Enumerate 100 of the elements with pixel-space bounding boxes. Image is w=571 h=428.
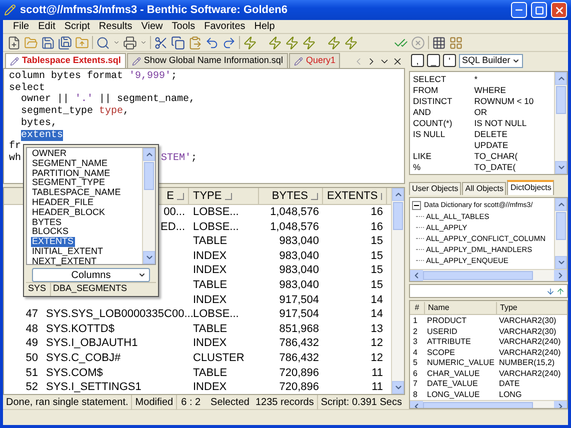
table-cell: 15: [370, 250, 383, 262]
table-cell: VARCHAR2(240): [499, 368, 561, 378]
code-text: ;: [171, 71, 178, 83]
table-cell: TABLE: [193, 322, 228, 335]
table-cell: 851,968: [279, 322, 319, 335]
table-cell: 7: [413, 379, 418, 388]
table-cell: VARCHAR2(30): [499, 326, 556, 336]
code-text: segment_type: [20, 106, 94, 118]
table-cell: 786,432: [279, 352, 319, 364]
table-cell: 1: [413, 316, 418, 325]
table-cell: 720,896: [279, 366, 319, 379]
code-text: wh: [9, 152, 22, 165]
table-cell: LONG_VALUE: [427, 390, 480, 398]
code-text: select: [9, 82, 46, 94]
object-label: DBA_SEGMENTS: [50, 282, 130, 296]
table-cell: TABLE: [193, 366, 228, 379]
code-text: column bytes format: [9, 71, 124, 82]
table-cell: TABLE: [193, 235, 228, 248]
table-cell-text: SYS.I_SETTINGS1: [46, 380, 142, 394]
table-cell: PRODUCT: [427, 316, 467, 325]
table-cell: 15: [370, 264, 383, 276]
row-number: 49: [26, 337, 38, 350]
table-cell-text: SYS.KOTTD$: [46, 322, 114, 337]
table-cell: 16: [370, 206, 383, 218]
table-cell-text: 00...: [164, 205, 185, 220]
row-number: 50: [26, 352, 38, 364]
table-cell: DATE: [499, 379, 520, 388]
table-cell: 983,040: [279, 235, 319, 248]
code-text: '.': [75, 94, 94, 106]
status-message: Done, ran single statement.: [5, 396, 130, 410]
row-number: 52: [26, 381, 38, 394]
table-cell: 15: [370, 235, 383, 248]
status-label: Selected: [210, 396, 250, 410]
table-cell: 1,048,576: [270, 206, 319, 218]
window-title: scott@//mfms3/mfms3 - Benthic Software: Golden6: [20, 2, 288, 18]
table-cell: ATTRIBUTE: [427, 337, 471, 346]
table-cell: CLUSTER: [193, 352, 244, 364]
code-text: ,: [123, 106, 130, 118]
table-cell: USERID: [427, 326, 458, 336]
table-cell: 917,504: [279, 308, 319, 320]
table-cell: SCOPE: [427, 348, 456, 356]
table-cell: 2: [413, 326, 418, 336]
table-cell: 4: [413, 348, 418, 356]
table-cell: TABLE: [193, 279, 228, 292]
table-cell: 14: [370, 294, 383, 306]
table-cell: INDEX: [193, 250, 227, 262]
code-text: owner ||: [20, 94, 70, 106]
owner-label: SYS: [27, 282, 48, 296]
table-cell-text: SYS.I_OBJAUTH1: [46, 336, 138, 352]
table-cell: INDEX: [193, 337, 227, 350]
table-cell: LONG: [499, 390, 522, 398]
table-cell: 11: [372, 366, 383, 379]
table-cell: 786,432: [279, 337, 319, 350]
table-cell: 983,040: [279, 250, 319, 262]
table-cell: VARCHAR2(240): [499, 337, 561, 346]
cursor-position: 6 : 2: [176, 394, 208, 410]
table-cell: 720,896: [279, 381, 319, 394]
table-cell: LOBSE...: [193, 308, 239, 320]
status-label: Modified: [131, 394, 176, 410]
table-cell: 14: [370, 308, 383, 320]
code-text: STEM': [161, 152, 192, 165]
table-cell: NUMBER(15,2): [499, 358, 555, 367]
table-cell-text: ED...: [160, 220, 185, 235]
table-cell: 11: [372, 381, 383, 394]
table-cell: 13: [370, 322, 383, 335]
code-text: type: [99, 106, 124, 118]
table-cell: 12: [370, 337, 383, 350]
table-cell: LOBSE...: [193, 220, 239, 233]
table-cell: 12: [370, 352, 383, 364]
row-number: 51: [26, 366, 38, 379]
code-text: bytes,: [20, 118, 58, 130]
table-cell: INDEX: [193, 264, 227, 276]
table-cell: 983,040: [279, 264, 319, 276]
table-cell: 983,040: [279, 279, 319, 292]
table-cell-text: SYS.COM$: [46, 366, 103, 381]
table-cell: VARCHAR2(240): [499, 348, 561, 356]
table-cell: 3: [413, 337, 418, 346]
table-cell: CHAR_VALUE: [427, 368, 480, 378]
table-cell: 917,504: [279, 294, 319, 306]
table-cell-text: SYS.SYS_LOB0000335C00...: [46, 307, 194, 322]
table-cell: DATE_VALUE: [427, 379, 478, 388]
code-text: fr: [9, 141, 22, 152]
code-text: ;: [191, 152, 198, 165]
row-number: 47: [26, 308, 38, 320]
code-text: || segment_name,: [98, 94, 196, 106]
row-number: 48: [26, 322, 38, 335]
table-cell: VARCHAR2(30): [499, 316, 556, 325]
table-cell: 6: [413, 368, 418, 378]
table-cell: INDEX: [193, 294, 227, 306]
table-cell: 8: [413, 390, 418, 398]
record-count: 1235 records: [254, 396, 315, 410]
table-cell: 16: [370, 220, 383, 233]
script-time: Script: 0.391 Secs: [316, 394, 405, 410]
table-cell: 15: [370, 279, 383, 292]
code-text: '9,999': [129, 71, 172, 83]
table-cell: NUMERIC_VALUE: [427, 358, 494, 367]
table-cell: 5: [413, 358, 418, 367]
code-text: extents: [21, 130, 64, 142]
table-cell: LOBSE...: [193, 206, 239, 218]
table-cell-text: SYS.C_COBJ#: [46, 350, 121, 366]
